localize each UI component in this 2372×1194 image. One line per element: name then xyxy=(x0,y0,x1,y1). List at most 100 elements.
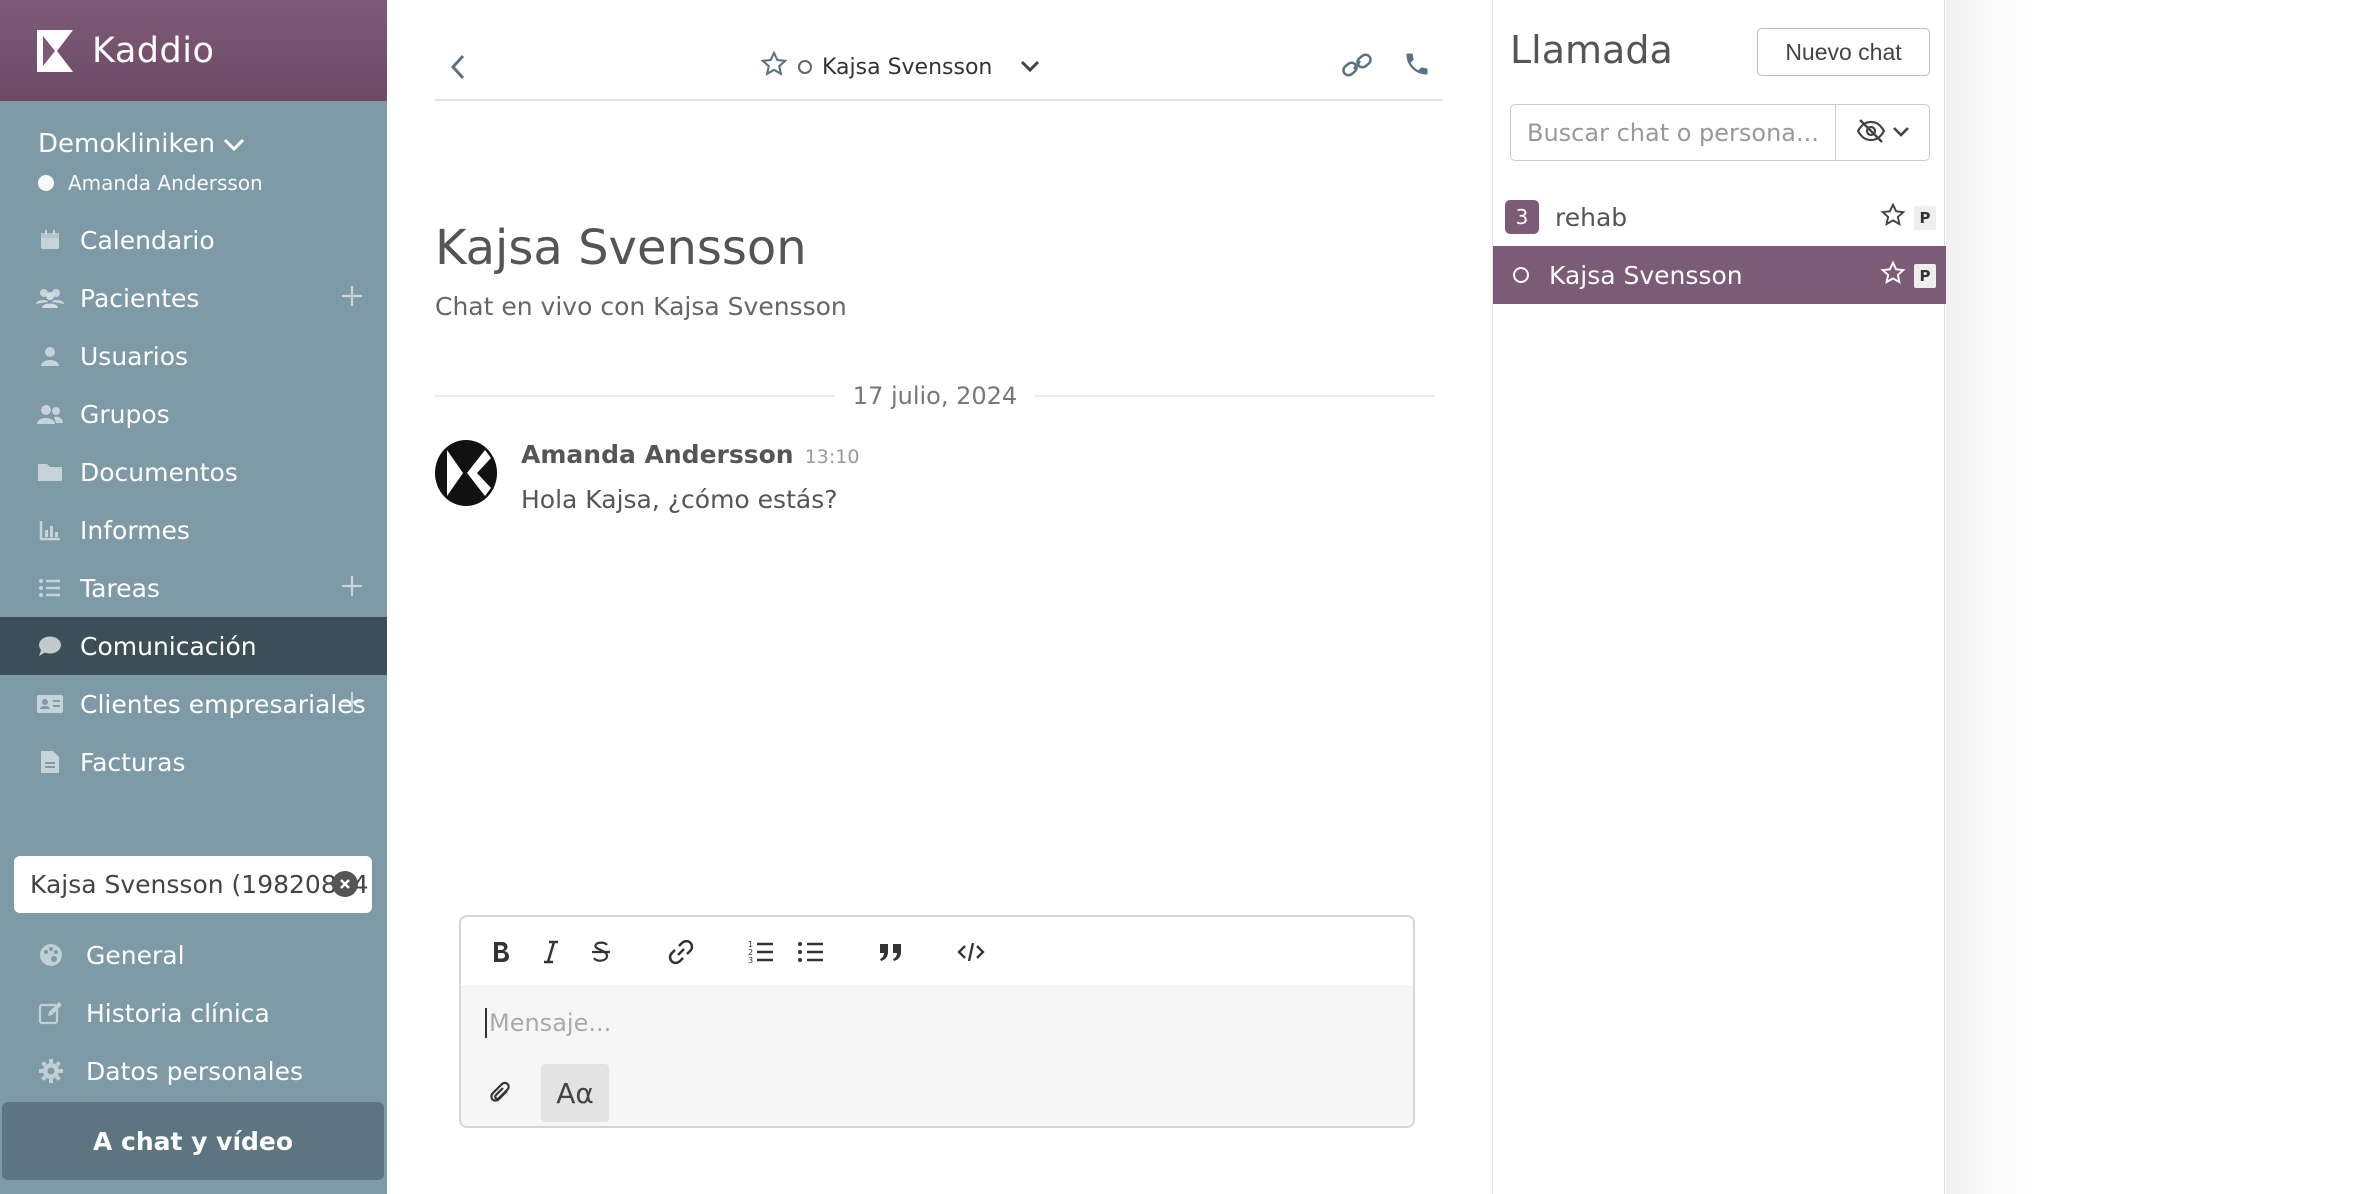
sidebar-item-documentos[interactable]: Documentos xyxy=(0,443,387,501)
strikethrough-icon[interactable] xyxy=(581,932,621,972)
sidebar: Kaddio Demokliniken Amanda Andersson Cal… xyxy=(0,0,387,1194)
brand-header[interactable]: Kaddio xyxy=(0,0,387,101)
message-text: Hola Kajsa, ¿cómo estás? xyxy=(521,485,838,514)
clinic-selector[interactable]: Demokliniken Amanda Andersson xyxy=(0,101,387,211)
sidebar-item-label: Calendario xyxy=(80,225,215,255)
sidebar-item-calendario[interactable]: Calendario xyxy=(0,211,387,269)
chat-list-item[interactable]: 3 rehab P xyxy=(1493,188,1946,246)
chat-main: Kajsa Svensson Kajsa Svensson Chat en vi… xyxy=(387,0,1492,1194)
patient-nav-item[interactable]: General xyxy=(0,926,387,984)
star-icon[interactable] xyxy=(760,50,788,84)
patient-nav: General Historia clínica Datos personales xyxy=(0,926,387,1100)
chat-subtitle: Chat en vivo con Kajsa Svensson xyxy=(435,292,847,321)
link-icon[interactable] xyxy=(1341,50,1373,84)
chat-contact-selector[interactable]: Kajsa Svensson xyxy=(760,50,1040,84)
code-icon[interactable] xyxy=(951,932,991,972)
plus-icon[interactable] xyxy=(339,573,365,599)
sidebar-item-facturas[interactable]: Facturas xyxy=(0,733,387,791)
eye-slash-icon xyxy=(1856,118,1886,148)
paperclip-icon[interactable] xyxy=(481,1073,521,1113)
text-format-button[interactable]: Aα xyxy=(541,1064,609,1122)
patient-nav-label: Historia clínica xyxy=(86,998,270,1028)
users-icon xyxy=(36,284,64,312)
sidebar-item-label: Facturas xyxy=(80,747,186,777)
sidebar-item-label: Comunicación xyxy=(80,631,257,661)
format-toolbar: 123 xyxy=(461,917,1413,987)
calendar-icon xyxy=(36,226,64,254)
new-chat-button[interactable]: Nuevo chat xyxy=(1757,28,1930,76)
sidebar-item-comunicacion[interactable]: Comunicación xyxy=(0,617,387,675)
current-user: Amanda Andersson xyxy=(38,171,387,195)
date-separator: 17 julio, 2024 xyxy=(435,380,1435,412)
patient-selector-value: Kajsa Svensson (19820814 xyxy=(30,870,369,899)
sidebar-item-label: Grupos xyxy=(80,399,170,429)
chat-search xyxy=(1510,104,1930,161)
back-arrow-icon[interactable] xyxy=(447,52,469,82)
visibility-filter-dropdown[interactable] xyxy=(1835,105,1929,160)
divider xyxy=(1035,395,1435,397)
chat-message: Amanda Andersson 13:10 Hola Kajsa, ¿cómo… xyxy=(435,440,859,514)
star-icon[interactable] xyxy=(1880,202,1906,234)
sidebar-item-tareas[interactable]: Tareas xyxy=(0,559,387,617)
chat-list-item[interactable]: Kajsa Svensson P xyxy=(1493,246,1946,304)
patient-selector[interactable]: Kajsa Svensson (19820814 xyxy=(14,856,372,913)
message-author: Amanda Andersson xyxy=(521,440,794,469)
chevron-down-icon xyxy=(223,129,245,159)
clear-patient-icon[interactable] xyxy=(332,871,358,897)
group-icon xyxy=(36,400,64,428)
plus-icon[interactable] xyxy=(339,689,365,715)
status-dot-icon xyxy=(38,175,54,191)
gear-icon xyxy=(38,1058,64,1084)
text-caret xyxy=(485,1008,487,1038)
italic-icon[interactable] xyxy=(531,932,571,972)
sidebar-item-label: Tareas xyxy=(80,573,160,603)
folder-icon xyxy=(36,458,64,486)
priority-badge: P xyxy=(1914,264,1936,288)
clinic-dropdown[interactable]: Demokliniken xyxy=(38,129,387,159)
status-offline-icon xyxy=(1513,267,1529,283)
sidebar-item-clientes-empresariales[interactable]: Clientes empresariales xyxy=(0,675,387,733)
sidebar-item-label: Pacientes xyxy=(80,283,200,313)
palette-icon xyxy=(38,942,64,968)
patient-nav-item[interactable]: Datos personales xyxy=(0,1042,387,1100)
file-icon xyxy=(36,748,64,776)
star-icon[interactable] xyxy=(1880,260,1906,292)
list-icon xyxy=(36,574,64,602)
brand-name: Kaddio xyxy=(92,30,215,71)
chat-list-item-name: rehab xyxy=(1555,202,1628,232)
chevron-down-icon[interactable] xyxy=(1020,55,1040,80)
chat-list-item-name: Kajsa Svensson xyxy=(1549,260,1743,290)
sidebar-item-pacientes[interactable]: Pacientes xyxy=(0,269,387,327)
chat-video-button[interactable]: A chat y vídeo xyxy=(2,1102,384,1180)
link-icon[interactable] xyxy=(661,932,701,972)
ordered-list-icon[interactable]: 123 xyxy=(741,932,781,972)
id-card-icon xyxy=(36,690,64,718)
chat-search-input[interactable] xyxy=(1511,105,1835,160)
chevron-down-icon xyxy=(1892,123,1910,142)
chat-list-item-actions: P xyxy=(1880,202,1936,234)
patient-nav-item[interactable]: Historia clínica xyxy=(0,984,387,1042)
chat-list: 3 rehab P Kajsa Svensson P xyxy=(1493,188,1946,304)
priority-badge: P xyxy=(1914,206,1936,230)
phone-icon[interactable] xyxy=(1403,50,1431,84)
avatar xyxy=(435,440,497,506)
date-separator-label: 17 julio, 2024 xyxy=(852,382,1018,410)
message-input-placeholder: Mensaje... xyxy=(489,1009,612,1037)
message-header: Amanda Andersson 13:10 xyxy=(521,440,859,469)
quote-icon[interactable] xyxy=(871,932,911,972)
plus-icon[interactable] xyxy=(339,283,365,309)
sidebar-item-usuarios[interactable]: Usuarios xyxy=(0,327,387,385)
chat-list-panel: Llamada Nuevo chat 3rehabPKajsa Svensson… xyxy=(1492,0,1946,1194)
sidebar-item-grupos[interactable]: Grupos xyxy=(0,385,387,443)
sidebar-item-informes[interactable]: Informes xyxy=(0,501,387,559)
edit-icon xyxy=(38,1000,64,1026)
main-nav: Calendario Pacientes Usuarios Grupos Documen… xyxy=(0,211,387,791)
chat-icon xyxy=(36,632,64,660)
message-input[interactable]: Mensaje... xyxy=(461,987,1413,1059)
status-offline-icon xyxy=(798,60,812,74)
bullet-list-icon[interactable] xyxy=(791,932,831,972)
patient-nav-label: Datos personales xyxy=(86,1056,304,1086)
bold-icon[interactable] xyxy=(481,932,521,972)
chat-header: Kajsa Svensson xyxy=(435,0,1443,101)
sidebar-item-label: Documentos xyxy=(80,457,238,487)
